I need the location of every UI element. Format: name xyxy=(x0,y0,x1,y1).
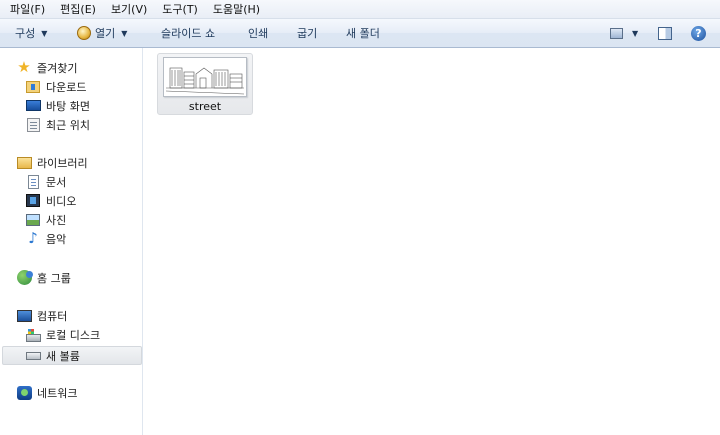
nav-local-disk[interactable]: 로컬 디스크 xyxy=(25,325,100,344)
organize-button[interactable]: 구성 ▼ xyxy=(15,19,47,47)
preview-pane-icon xyxy=(658,26,672,40)
menu-help[interactable]: 도움말(H) xyxy=(213,1,260,17)
nav-label: 사진 xyxy=(46,213,67,227)
organize-label: 구성 xyxy=(15,27,36,40)
menu-file[interactable]: 파일(F) xyxy=(10,1,45,17)
open-with-icon xyxy=(77,26,91,40)
videos-icon xyxy=(26,194,40,207)
menu-view[interactable]: 보기(V) xyxy=(111,1,147,17)
libraries-icon xyxy=(16,156,32,169)
nav-label: 컴퓨터 xyxy=(37,309,68,323)
nav-label: 음악 xyxy=(46,232,67,246)
nav-label: 홈 그룹 xyxy=(37,271,71,285)
nav-label: 비디오 xyxy=(46,194,77,208)
command-toolbar: 구성 ▼ 열기 ▼ 슬라이드 쇼 인쇄 굽기 새 폴더 ▼ ? xyxy=(0,19,720,48)
nav-label: 로컬 디스크 xyxy=(46,328,101,342)
slideshow-button[interactable]: 슬라이드 쇼 xyxy=(161,19,215,47)
nav-homegroup[interactable]: 홈 그룹 xyxy=(16,268,71,287)
homegroup-icon xyxy=(16,270,33,285)
print-button[interactable]: 인쇄 xyxy=(248,19,268,47)
open-label: 열기 xyxy=(95,27,116,40)
nav-network[interactable]: 네트워크 xyxy=(16,383,77,402)
view-icon xyxy=(610,27,623,39)
nav-label: 라이브러리 xyxy=(37,156,88,170)
open-button[interactable]: 열기 ▼ xyxy=(77,19,127,47)
network-icon xyxy=(16,385,32,400)
nav-recent-places[interactable]: 최근 위치 xyxy=(25,115,90,134)
file-list-pane: street xyxy=(143,48,720,435)
menu-bar: 파일(F) 편집(E) 보기(V) 도구(T) 도움말(H) xyxy=(0,0,720,19)
drive-icon xyxy=(25,351,41,360)
nav-label: 네트워크 xyxy=(37,386,78,400)
file-item-street[interactable]: street xyxy=(157,53,253,115)
change-view-button[interactable]: ▼ xyxy=(610,19,638,47)
nav-label: 바탕 화면 xyxy=(46,99,90,113)
nav-label: 문서 xyxy=(46,175,67,189)
menu-edit[interactable]: 편집(E) xyxy=(60,1,96,17)
new-folder-button[interactable]: 새 폴더 xyxy=(346,19,380,47)
nav-label: 최근 위치 xyxy=(46,118,90,132)
nav-label: 즐겨찾기 xyxy=(37,61,78,75)
nav-videos[interactable]: 비디오 xyxy=(25,191,76,210)
nav-label: 다운로드 xyxy=(46,80,87,94)
nav-libraries[interactable]: 라이브러리 xyxy=(16,153,88,172)
print-label: 인쇄 xyxy=(248,27,269,40)
music-note-icon: ♪ xyxy=(28,229,38,247)
nav-pictures[interactable]: 사진 xyxy=(25,210,66,229)
nav-label: 새 볼륨 xyxy=(46,349,80,363)
file-name: street xyxy=(188,100,222,113)
pictures-icon xyxy=(26,213,40,226)
slideshow-label: 슬라이드 쇼 xyxy=(161,27,216,40)
menu-tools[interactable]: 도구(T) xyxy=(162,1,198,17)
help-icon: ? xyxy=(691,25,706,41)
star-icon: ★ xyxy=(17,58,31,76)
local-disk-icon xyxy=(25,328,41,342)
navigation-pane: ★ 즐겨찾기 다운로드 바탕 화면 최근 위치 라이브러리 문서 비디오 사진 … xyxy=(0,48,143,435)
chevron-down-icon: ▼ xyxy=(121,28,128,38)
documents-icon xyxy=(27,174,39,189)
downloads-folder-icon xyxy=(26,80,40,93)
nav-new-volume[interactable]: 새 볼륨 xyxy=(2,346,142,365)
nav-desktop[interactable]: 바탕 화면 xyxy=(25,96,90,115)
desktop-icon xyxy=(25,100,41,111)
new-folder-label: 새 폴더 xyxy=(346,27,380,40)
burn-label: 굽기 xyxy=(297,27,318,40)
chevron-down-icon: ▼ xyxy=(41,28,48,38)
burn-button[interactable]: 굽기 xyxy=(297,19,317,47)
nav-music[interactable]: ♪ 음악 xyxy=(25,229,66,248)
image-thumbnail xyxy=(163,57,247,97)
chevron-down-icon: ▼ xyxy=(632,28,639,38)
nav-favorites[interactable]: ★ 즐겨찾기 xyxy=(16,58,77,77)
help-button[interactable]: ? xyxy=(691,19,706,47)
nav-computer[interactable]: 컴퓨터 xyxy=(16,306,67,325)
nav-documents[interactable]: 문서 xyxy=(25,172,66,191)
recent-places-icon xyxy=(26,117,40,132)
computer-icon xyxy=(16,309,32,322)
nav-downloads[interactable]: 다운로드 xyxy=(25,77,86,96)
preview-pane-button[interactable] xyxy=(658,19,672,47)
street-sketch-icon xyxy=(165,67,245,95)
